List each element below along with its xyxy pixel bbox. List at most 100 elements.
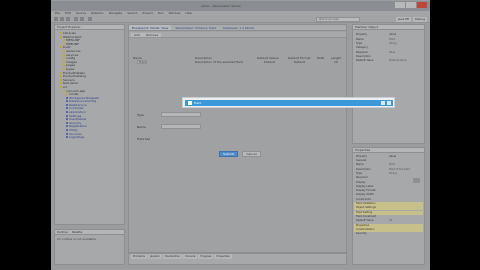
property-row-key: Required: [356, 176, 368, 180]
member-row-key: Default Value: [356, 59, 374, 62]
tab-properties[interactable]: Properties: [214, 254, 232, 259]
folder-icon: [60, 46, 62, 49]
folder-icon: [63, 60, 65, 63]
member-row-key: Type: [356, 42, 362, 46]
cell-default[interactable]: Default: [264, 59, 275, 65]
dialog-close-button[interactable]: [387, 101, 391, 105]
property-row-value[interactable]: String: [389, 172, 397, 175]
member-row-key: Description: [356, 54, 371, 58]
folder-icon: [60, 75, 62, 78]
property-row-key: Properties: [356, 223, 370, 227]
perspective-javaee[interactable]: Java EE: [396, 17, 412, 22]
close-button[interactable]: [417, 2, 427, 8]
member-row-value[interactable]: String: [389, 42, 397, 45]
tab-console[interactable]: Console: [183, 254, 198, 259]
property-row-key: Constraints: [356, 197, 371, 201]
member-row-value[interactable]: Field: [389, 38, 395, 41]
fieldset-label: Field Set: [137, 137, 150, 141]
cell-description[interactable]: Description of the selected field: [195, 59, 243, 65]
editor-area: Breakpoint: Model: View Wavemaker: Schem…: [128, 24, 347, 253]
tab-outline[interactable]: Outline: [57, 230, 68, 234]
cell-format[interactable]: Default: [294, 59, 305, 65]
new-icon[interactable]: [54, 17, 58, 21]
member-row-value[interactable]: Default Value: [389, 59, 406, 62]
property-row-value[interactable]: Field: [389, 163, 395, 166]
property-row-key: Field Constraint: [356, 214, 377, 218]
toolbar: Quick Access Java EE Debug: [51, 16, 430, 23]
folder-icon: [66, 96, 68, 99]
member-row-key: Category: [356, 46, 368, 50]
property-row-key: Display Width: [356, 193, 374, 197]
debug-icon[interactable]: [74, 17, 78, 21]
folder-icon: [63, 89, 65, 92]
ide-window: demo - Wavemaker Studio File Edit Source…: [51, 0, 430, 270]
editor-subtoolbar: Add Remove: [129, 32, 346, 38]
tab-javadoc[interactable]: Javadoc: [147, 254, 163, 259]
remove-button[interactable]: Remove: [143, 33, 162, 37]
folder-icon: [66, 136, 68, 139]
search-icon[interactable]: [88, 17, 92, 21]
property-row-key: Name: [356, 163, 364, 167]
tree-item[interactable]: LoginPage: [57, 135, 99, 140]
perspective-debug[interactable]: Debug: [413, 17, 427, 22]
property-row-key: General: [356, 159, 367, 162]
color-swatch[interactable]: [413, 178, 420, 183]
folder-icon: [66, 93, 68, 96]
tab-problems[interactable]: Problems: [131, 254, 147, 259]
table-row[interactable]: Field Description of the selected field …: [131, 59, 345, 65]
folder-icon: [63, 57, 65, 60]
dialog-icon: [188, 101, 192, 105]
property-row-value[interactable]: 10: [389, 219, 392, 222]
member-header-property: Property: [356, 33, 367, 36]
property-row-key: Security: [356, 232, 367, 236]
properties-panel-title: Properties: [353, 148, 424, 153]
property-row-key: Display: [356, 180, 366, 184]
save-icon[interactable]: [60, 17, 64, 21]
cell-length[interactable]: 10: [334, 59, 338, 65]
tab-progress[interactable]: Progress: [198, 254, 214, 259]
window-title: demo - Wavemaker Studio: [201, 4, 241, 8]
folder-icon: [60, 71, 62, 74]
folder-icon: [60, 35, 62, 38]
folder-icon: [66, 111, 68, 114]
folder-icon: [66, 125, 68, 128]
cancel-button[interactable]: Cancel: [242, 151, 261, 157]
type-field[interactable]: [161, 112, 201, 117]
tab-declaration[interactable]: Declaration: [163, 254, 183, 259]
quick-access-input[interactable]: Quick Access: [316, 17, 360, 22]
property-row-value[interactable]: Field of the field: [389, 168, 410, 171]
maximize-button[interactable]: [406, 2, 416, 8]
property-row-key: Customization: [356, 227, 375, 231]
editor-tab-1[interactable]: Breakpoint: Model: View: [129, 25, 172, 30]
property-row-key: Default Value: [356, 219, 374, 223]
property-row-key: Display Format: [356, 189, 376, 193]
name-field[interactable]: [161, 124, 201, 129]
folder-icon: [60, 85, 62, 88]
editor-tab-2[interactable]: Wavemaker: Schema: Field: [172, 25, 219, 30]
props-header-value: Value: [389, 155, 397, 158]
member-row-key: Required: [356, 50, 368, 54]
folder-icon: [60, 82, 62, 85]
cell-name[interactable]: Field: [139, 59, 146, 65]
folder-icon: [63, 53, 65, 56]
folder-icon: [63, 39, 65, 42]
outline-message: An outline is not available.: [57, 237, 97, 241]
tab-palette[interactable]: Palette: [72, 230, 82, 234]
dialog-title: Field: [194, 101, 201, 105]
member-row-value[interactable]: false: [389, 51, 395, 54]
folder-icon: [63, 49, 65, 52]
member-header-value: Value: [389, 33, 397, 36]
add-button[interactable]: Add: [131, 33, 143, 37]
run-icon[interactable]: [80, 17, 84, 21]
project-tree: Libraries WebContent META-INF WEB-INF build r…: [57, 31, 99, 140]
dialog-maximize-button[interactable]: [381, 101, 385, 105]
minimize-button[interactable]: [395, 2, 405, 8]
folder-icon: [60, 32, 62, 34]
property-row-key: Description: [356, 167, 371, 171]
dialog-title-bar: Field: [182, 97, 395, 108]
editor-tab-3[interactable]: Database: 1.1 Model: [220, 25, 257, 30]
folder-icon: [66, 121, 68, 124]
submit-button[interactable]: Submit: [219, 151, 238, 157]
folder-icon: [66, 129, 68, 132]
print-icon[interactable]: [66, 17, 70, 21]
